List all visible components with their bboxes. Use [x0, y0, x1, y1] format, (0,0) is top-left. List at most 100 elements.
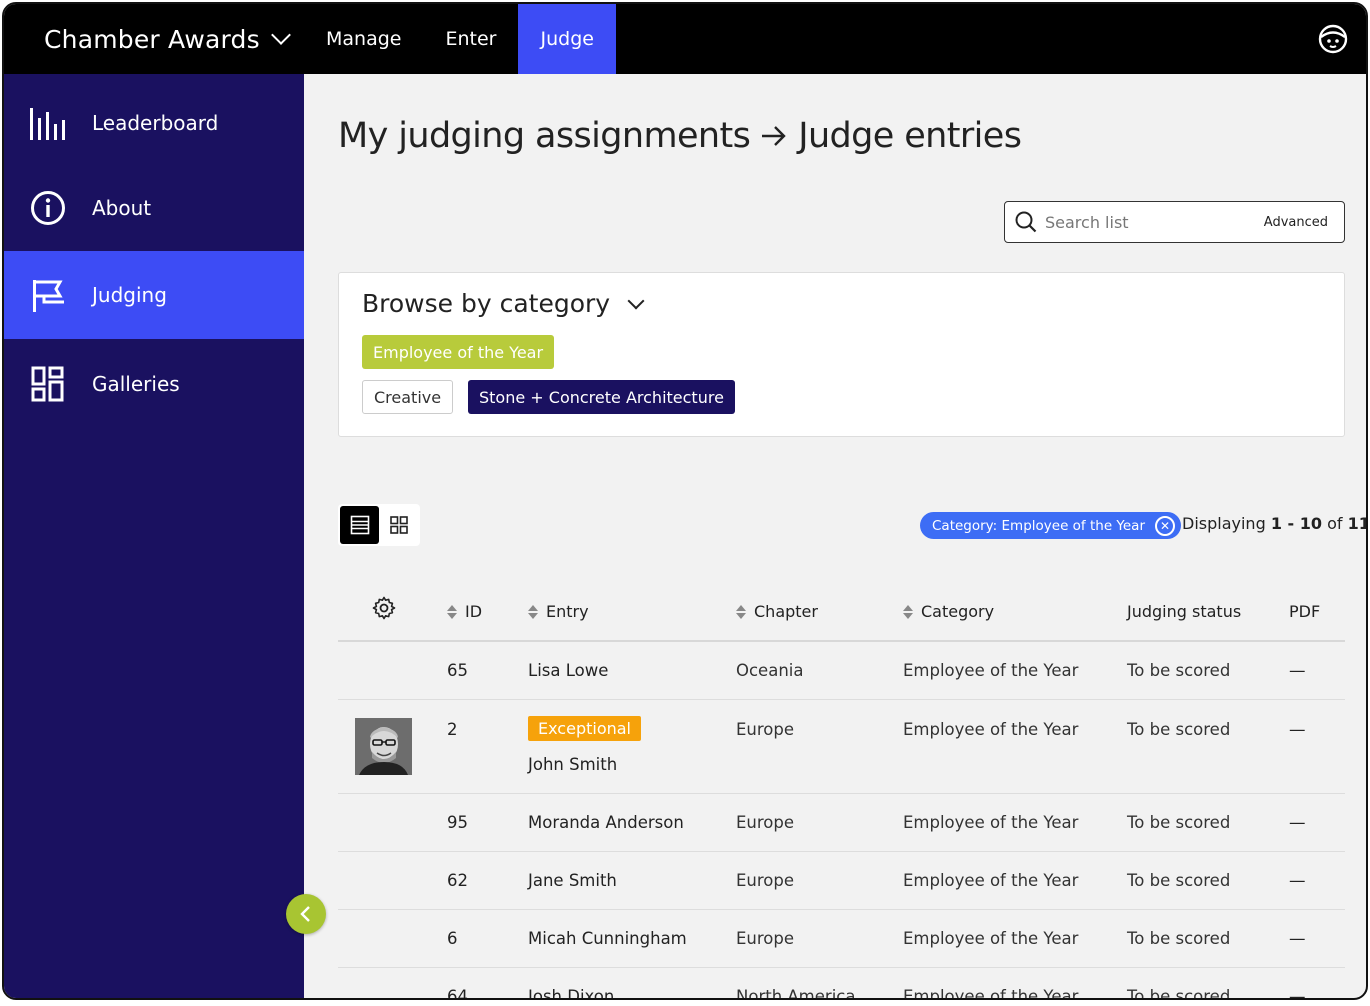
- top-bar: Chamber Awards Manage Enter Judge: [4, 4, 1366, 74]
- list-view-icon: [350, 515, 369, 535]
- brand-label: Chamber Awards: [44, 24, 260, 54]
- entry-status: To be scored: [1127, 929, 1231, 948]
- tab-manage[interactable]: Manage: [304, 4, 423, 74]
- entry-name[interactable]: Josh Dixon: [528, 987, 614, 998]
- page-title: My judging assignments Judge entries: [338, 116, 1022, 156]
- entry-chapter: Oceania: [736, 661, 804, 680]
- entry-badge-wrap: Exceptional: [528, 716, 641, 741]
- list-view-button[interactable]: [340, 506, 379, 544]
- brand-switcher[interactable]: Chamber Awards: [44, 4, 291, 74]
- results-range: 1 - 10: [1270, 514, 1322, 533]
- entry-pdf: —: [1289, 813, 1306, 832]
- info-icon: [28, 188, 68, 228]
- entry-name[interactable]: John Smith: [528, 755, 617, 774]
- table-row[interactable]: 62 Jane Smith Europe Employee of the Yea…: [338, 852, 1345, 910]
- chevron-down-icon: [627, 292, 645, 309]
- table-row[interactable]: 95 Moranda Anderson Europe Employee of t…: [338, 794, 1345, 852]
- search-placeholder: Search list: [1045, 212, 1129, 232]
- search-input[interactable]: Search list Advanced: [1004, 201, 1345, 243]
- entry-pdf: —: [1289, 661, 1306, 680]
- filter-label: Category: Employee of the Year: [932, 517, 1146, 534]
- sort-icon: [903, 604, 913, 619]
- grid-view-icon: [389, 516, 408, 534]
- entry-category: Employee of the Year: [903, 871, 1079, 890]
- gallery-grid-icon: [28, 364, 68, 404]
- entry-id: 6: [447, 929, 458, 948]
- entry-category: Employee of the Year: [903, 987, 1079, 1000]
- arrow-right-icon: [762, 126, 786, 146]
- sidebar-item-label: Leaderboard: [92, 111, 219, 135]
- tab-enter[interactable]: Enter: [423, 4, 518, 74]
- category-chip[interactable]: Stone + Concrete Architecture: [468, 380, 735, 414]
- column-header-pdf: PDF: [1289, 602, 1320, 621]
- bar-chart-icon: [28, 103, 68, 143]
- column-header-category[interactable]: Category: [903, 602, 994, 621]
- table-row[interactable]: 64 Josh Dixon North America Employee of …: [338, 968, 1345, 1000]
- column-label: Chapter: [754, 602, 818, 621]
- entry-chapter: Europe: [736, 871, 795, 890]
- results-total: 11: [1347, 514, 1368, 533]
- entry-name[interactable]: Lisa Lowe: [528, 661, 608, 680]
- entry-chapter: Europe: [736, 813, 795, 832]
- search-icon: [1015, 211, 1037, 233]
- gear-icon[interactable]: [372, 596, 396, 620]
- advanced-search-link[interactable]: Advanced: [1264, 215, 1328, 230]
- main-content: My judging assignments Judge entries Sea…: [304, 74, 1368, 1000]
- results-count: Displaying 1 - 10 of 11: [1182, 514, 1368, 533]
- entry-name[interactable]: Moranda Anderson: [528, 813, 684, 832]
- sort-icon: [528, 604, 538, 619]
- sidebar-item-galleries[interactable]: Galleries: [4, 340, 304, 428]
- view-toggle: [338, 504, 420, 546]
- app-window: Chamber Awards Manage Enter Judge Leader…: [2, 2, 1368, 1000]
- entry-pdf: —: [1289, 720, 1306, 739]
- entry-thumbnail[interactable]: [355, 718, 412, 775]
- entry-name[interactable]: Micah Cunningham: [528, 929, 687, 948]
- browse-toggle[interactable]: Browse by category: [362, 289, 645, 318]
- entry-status: To be scored: [1127, 720, 1231, 739]
- browse-by-category-panel: Browse by category Employee of the Year …: [338, 272, 1345, 437]
- sort-icon: [447, 604, 457, 619]
- flag-icon: [28, 275, 68, 315]
- column-label: Category: [921, 602, 995, 621]
- chevron-down-icon: [270, 25, 291, 45]
- entry-chapter: Europe: [736, 929, 795, 948]
- close-icon[interactable]: ✕: [1155, 515, 1176, 536]
- table-header: ID Entry Chapter Category Judging status: [338, 582, 1345, 642]
- column-label: ID: [465, 602, 483, 621]
- entry-pdf: —: [1289, 871, 1306, 890]
- entry-category: Employee of the Year: [903, 720, 1079, 739]
- entry-id: 2: [447, 720, 458, 739]
- grid-view-button[interactable]: [379, 506, 418, 544]
- entry-id: 95: [447, 813, 468, 832]
- user-avatar-icon[interactable]: [1318, 24, 1348, 54]
- breadcrumb-link[interactable]: My judging assignments: [338, 116, 751, 156]
- column-header-chapter[interactable]: Chapter: [736, 602, 818, 621]
- table-row[interactable]: 65 Lisa Lowe Oceania Employee of the Yea…: [338, 642, 1345, 700]
- sidebar-item-label: Galleries: [92, 372, 180, 396]
- active-filter-pill: Category: Employee of the Year ✕: [920, 512, 1182, 539]
- exceptional-badge: Exceptional: [528, 716, 641, 741]
- entry-status: To be scored: [1127, 813, 1231, 832]
- sidebar-item-leaderboard[interactable]: Leaderboard: [4, 79, 304, 167]
- category-chip[interactable]: Employee of the Year: [362, 335, 555, 369]
- entry-id: 62: [447, 871, 468, 890]
- column-header-id[interactable]: ID: [447, 602, 482, 621]
- entry-name[interactable]: Jane Smith: [528, 871, 617, 890]
- entry-chapter: Europe: [736, 720, 795, 739]
- entry-pdf: —: [1289, 987, 1306, 1000]
- table-row[interactable]: 6 Micah Cunningham Europe Employee of th…: [338, 910, 1345, 968]
- sort-icon: [736, 604, 746, 619]
- sidebar-item-about[interactable]: About: [4, 164, 304, 252]
- table-row[interactable]: 2 Exceptional John Smith Europe Employee…: [338, 700, 1345, 794]
- entry-pdf: —: [1289, 929, 1306, 948]
- results-prefix: Displaying: [1182, 514, 1266, 533]
- browse-title: Browse by category: [362, 289, 611, 318]
- entry-id: 64: [447, 987, 468, 1000]
- results-of: of: [1327, 514, 1343, 533]
- category-chip[interactable]: Creative: [362, 380, 454, 414]
- column-header-entry[interactable]: Entry: [528, 602, 589, 621]
- sidebar-item-judging[interactable]: Judging: [4, 251, 304, 339]
- entry-category: Employee of the Year: [903, 661, 1079, 680]
- tab-judge[interactable]: Judge: [518, 4, 616, 74]
- entry-category: Employee of the Year: [903, 813, 1079, 832]
